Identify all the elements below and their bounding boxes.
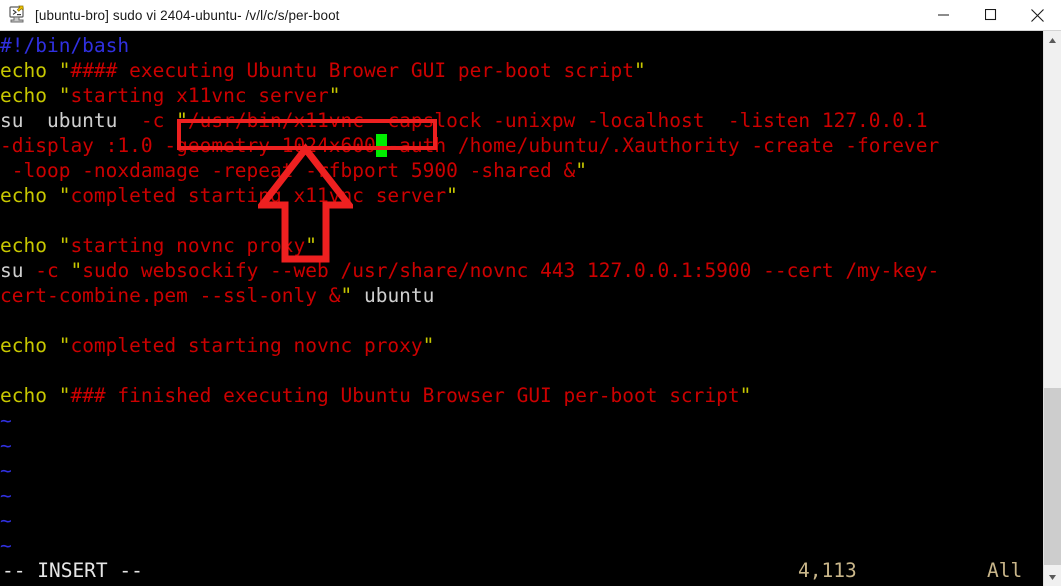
editor-text-span: ubuntu	[352, 284, 435, 307]
status-scroll-percent: All	[987, 559, 1023, 582]
editor-line: echo "starting novnc proxy"	[0, 233, 1043, 258]
editor-text-span: completed starting novnc proxy	[70, 334, 423, 357]
editor-text-span: "	[340, 284, 353, 307]
editor-text-span: #!/bin/bash	[0, 34, 130, 57]
editor-text-span: echo	[0, 84, 59, 107]
editor-text-span: echo	[0, 234, 59, 257]
editor-text-span: "	[58, 234, 71, 257]
editor-line: echo "completed starting novnc proxy"	[0, 333, 1043, 358]
window-controls	[920, 0, 1061, 30]
editor-line: echo "### finished executing Ubuntu Brow…	[0, 383, 1043, 408]
window-titlebar: [ubuntu-bro] sudo vi 2404-ubuntu- /v/l/c…	[0, 0, 1061, 31]
editor-line: echo "starting x11vnc server"	[0, 83, 1043, 108]
editor-text-span: ~	[0, 434, 12, 457]
editor-line: ~	[0, 458, 1043, 483]
editor-text-span: ### finished executing Ubuntu Browser GU…	[70, 384, 740, 407]
editor-line: echo "#### executing Ubuntu Brower GUI p…	[0, 58, 1043, 83]
editor-text-span: "	[633, 59, 646, 82]
editor-text-span: echo	[0, 334, 59, 357]
terminal-app-icon	[7, 4, 29, 26]
editor-text-span: ~	[0, 534, 12, 557]
scroll-down-arrow-icon[interactable]	[1044, 568, 1061, 586]
editor-text-span: "	[305, 234, 318, 257]
editor-text-span: ~	[0, 459, 12, 482]
editor-text-span: "	[58, 184, 71, 207]
editor-text-span: -c	[35, 259, 71, 282]
editor-text-span: cert-combine.pem --ssl-only &	[0, 284, 341, 307]
editor-line: ~	[0, 533, 1043, 558]
status-mode-indicator: -- INSERT --	[2, 559, 143, 582]
editor-text-span: "	[58, 334, 71, 357]
editor-line: #!/bin/bash	[0, 33, 1043, 58]
editor-line: -loop -noxdamage -repeat -rfbport 5900 -…	[0, 158, 1043, 183]
editor-text-area[interactable]: #!/bin/bash echo "#### executing Ubuntu B…	[0, 33, 1043, 586]
vi-status-line: -- INSERT -- 4,113 All	[0, 556, 1043, 586]
editor-text-span: sudo websockify --web /usr/share/novnc 4…	[82, 259, 940, 282]
editor-text-span: "	[575, 159, 588, 182]
editor-line: su -c "sudo websockify --web /usr/share/…	[0, 258, 1043, 283]
editor-text-span: "	[422, 334, 435, 357]
editor-text-span: completed starting x11vnc server	[70, 184, 447, 207]
editor-line: ~	[0, 483, 1043, 508]
editor-text-span: su ubuntu	[0, 109, 141, 132]
terminal-viewport[interactable]: #!/bin/bash echo "#### executing Ubuntu B…	[0, 31, 1043, 586]
editor-line: echo "completed starting x11vnc server"	[0, 183, 1043, 208]
text-cursor	[375, 134, 388, 157]
editor-text-span: -auth /home/ubuntu/.Xauthority -create -…	[387, 134, 940, 157]
editor-text-span: echo	[0, 59, 59, 82]
editor-text-span: starting x11vnc server	[70, 84, 329, 107]
editor-text-span: "	[70, 259, 83, 282]
editor-text-span: #### executing Ubuntu Brower GUI per-boo…	[70, 59, 634, 82]
editor-text-span: "	[328, 84, 341, 107]
editor-text-span: su	[0, 259, 36, 282]
editor-text-span: ~	[0, 484, 12, 507]
maximize-button[interactable]	[967, 0, 1014, 30]
editor-text-span: -display :1.0 -geometry 1024x600	[0, 134, 376, 157]
editor-text-span: "	[446, 184, 458, 207]
editor-text-span: echo	[0, 184, 59, 207]
editor-line: -display :1.0 -geometry 1024x600 -auth /…	[0, 133, 1043, 158]
editor-text-span: ~	[0, 409, 12, 432]
scrollbar-thumb[interactable]	[1044, 388, 1061, 565]
editor-text-span: echo	[0, 384, 59, 407]
editor-text-span: "	[58, 59, 71, 82]
editor-text-span: "	[739, 384, 752, 407]
editor-text-span: "	[58, 384, 71, 407]
editor-text-span: -c	[140, 109, 177, 132]
editor-text-span: -loop -noxdamage -repeat -rfbport 5900 -…	[0, 159, 576, 182]
minimize-button[interactable]	[920, 0, 967, 30]
editor-text-span: "	[58, 84, 71, 107]
editor-line: cert-combine.pem --ssl-only &" ubuntu	[0, 283, 1043, 308]
status-cursor-position: 4,113	[798, 559, 857, 582]
window-title: [ubuntu-bro] sudo vi 2404-ubuntu- /v/l/c…	[35, 7, 340, 23]
vi-terminal-window: [ubuntu-bro] sudo vi 2404-ubuntu- /v/l/c…	[0, 0, 1061, 586]
editor-line: ~	[0, 508, 1043, 533]
editor-line: ~	[0, 433, 1043, 458]
close-button[interactable]	[1014, 0, 1061, 30]
editor-line: ~	[0, 408, 1043, 433]
vertical-scrollbar[interactable]	[1043, 31, 1061, 586]
editor-text-span: /usr/bin/x11vnc -capslock -unixpw -local…	[187, 109, 928, 132]
editor-text-span: starting novnc proxy	[70, 234, 306, 257]
scroll-up-arrow-icon[interactable]	[1044, 31, 1061, 49]
editor-line: su ubuntu -c "/usr/bin/x11vnc -capslock …	[0, 108, 1043, 133]
editor-text-span: ~	[0, 509, 12, 532]
editor-text-span: "	[176, 109, 188, 132]
